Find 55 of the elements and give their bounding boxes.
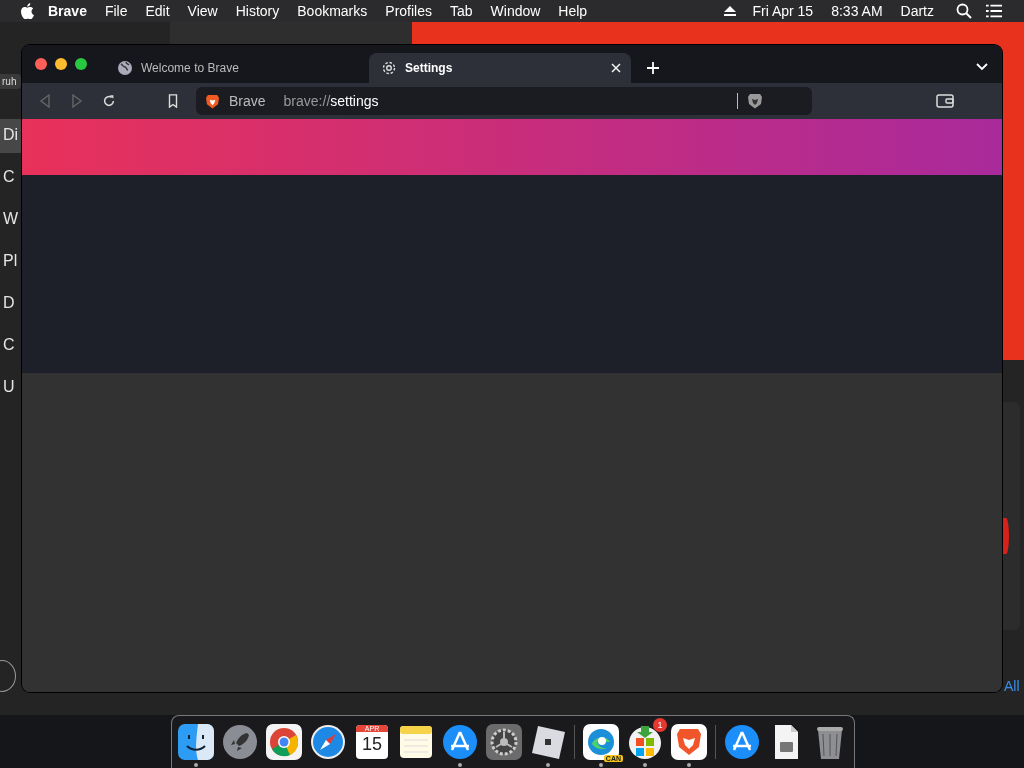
eject-icon[interactable] xyxy=(724,6,737,16)
menu-item[interactable]: Tab xyxy=(450,3,473,19)
menu-item[interactable]: Edit xyxy=(145,3,170,19)
sidebar-item[interactable]: W xyxy=(0,203,22,237)
rocket-icon[interactable] xyxy=(222,724,258,760)
notification-badge: 1 xyxy=(653,718,667,732)
menu-item[interactable]: Help xyxy=(558,3,588,19)
menu-item[interactable]: Bookmarks xyxy=(297,3,368,19)
menu-item[interactable]: View xyxy=(187,3,218,19)
apple-icon[interactable] xyxy=(20,3,34,19)
browser-tab[interactable]: Welcome to Brave xyxy=(105,53,367,83)
close-tab-icon[interactable] xyxy=(611,63,621,73)
site-label: Brave xyxy=(229,93,266,109)
new-tab-icon[interactable] xyxy=(647,62,659,74)
menu-item[interactable]: File xyxy=(104,3,128,19)
lion-icon[interactable] xyxy=(671,724,707,760)
store-icon[interactable] xyxy=(627,724,663,760)
settings-icon xyxy=(381,60,397,76)
user-name[interactable]: Dartz xyxy=(900,3,934,19)
reload-icon[interactable] xyxy=(102,94,116,108)
sidebar-item[interactable]: Di xyxy=(0,119,22,153)
chevron-down-icon[interactable] xyxy=(976,63,988,71)
chrome-icon[interactable] xyxy=(266,724,302,760)
sidebar-item[interactable]: C xyxy=(0,161,22,195)
menu-date[interactable]: Fri Apr 15 xyxy=(752,3,814,19)
zoom-icon[interactable] xyxy=(75,58,87,70)
browser-tab[interactable]: Settings xyxy=(369,53,631,83)
url-text: brave://settings xyxy=(283,93,379,109)
sidebar-item[interactable]: C xyxy=(0,329,22,363)
wallet-icon[interactable] xyxy=(936,94,954,108)
lion-icon xyxy=(206,93,219,109)
tab[interactable]: ruh xyxy=(0,74,21,89)
minimize-icon[interactable] xyxy=(55,58,67,70)
sidebar-item[interactable]: Pl xyxy=(0,245,22,279)
notepad-icon[interactable] xyxy=(398,724,434,760)
menu-item[interactable]: Window xyxy=(490,3,541,19)
gear-icon[interactable] xyxy=(486,724,522,760)
sidebar-item[interactable]: D xyxy=(0,287,22,321)
bookmark-icon[interactable] xyxy=(166,94,180,108)
compass-icon[interactable] xyxy=(310,724,346,760)
app-menu[interactable]: Brave xyxy=(48,3,87,19)
edge-icon[interactable] xyxy=(583,724,619,760)
menu-time[interactable]: 8:33 AM xyxy=(831,3,883,19)
app-store-icon[interactable] xyxy=(724,724,760,760)
address-bar[interactable]: Brave brave://settings xyxy=(196,87,812,115)
menu-item[interactable]: History xyxy=(235,3,280,19)
control-center-icon[interactable] xyxy=(986,3,1002,19)
link[interactable]: All xyxy=(1004,678,1020,694)
shield-icon[interactable] xyxy=(748,93,762,109)
app-store-icon[interactable] xyxy=(442,724,478,760)
finder-icon[interactable] xyxy=(178,724,214,760)
menu-item[interactable]: Profiles xyxy=(385,3,432,19)
sidebar-item[interactable]: U xyxy=(0,371,22,405)
close-icon[interactable] xyxy=(35,58,47,70)
search-icon[interactable] xyxy=(956,3,972,19)
